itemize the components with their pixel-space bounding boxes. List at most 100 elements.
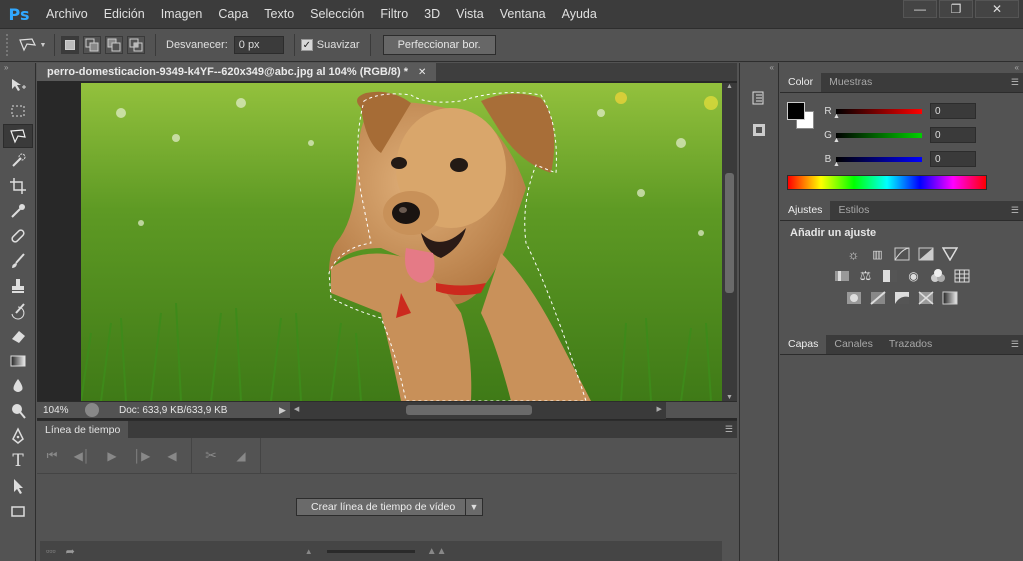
vibrance-adjust-button[interactable] — [941, 247, 959, 261]
menu-archivo[interactable]: Archivo — [38, 0, 96, 28]
create-video-timeline-button[interactable]: Crear línea de tiempo de vídeo — [296, 498, 471, 516]
minimize-button[interactable]: — — [903, 0, 937, 18]
subtract-selection-button[interactable] — [105, 36, 123, 54]
channel-b-value[interactable]: 0 — [930, 151, 976, 167]
menu-imagen[interactable]: Imagen — [153, 0, 211, 28]
channel-mixer-adjust-button[interactable] — [929, 269, 947, 283]
channel-r-track[interactable]: ▲ — [833, 108, 922, 120]
menu-filtro[interactable]: Filtro — [372, 0, 416, 28]
scroll-right-icon[interactable]: ▶ — [657, 405, 662, 413]
prev-frame-button[interactable]: ◀│ — [67, 441, 97, 471]
polygon-lasso-tool[interactable] — [3, 124, 33, 148]
photo-filter-adjust-button[interactable]: ◉ — [905, 269, 923, 283]
refine-edge-button[interactable]: Perfeccionar bor. — [382, 35, 496, 55]
brush-tool[interactable] — [3, 249, 33, 273]
stamp-tool[interactable] — [3, 274, 33, 298]
split-button[interactable]: ✂ — [196, 441, 226, 471]
scroll-thumb[interactable] — [725, 173, 734, 293]
color-spectrum-bar[interactable] — [787, 175, 987, 190]
menu-ayuda[interactable]: Ayuda — [554, 0, 605, 28]
horizontal-scrollbar[interactable]: ◀ ▶ — [289, 401, 666, 419]
color-lookup-adjust-button[interactable] — [953, 269, 971, 283]
channel-g-track[interactable]: ▲ — [833, 132, 922, 144]
posterize-adjust-button[interactable] — [869, 291, 887, 305]
status-arrow-icon[interactable]: ▶ — [279, 405, 286, 416]
crop-tool[interactable] — [3, 174, 33, 198]
dodge-tool[interactable] — [3, 399, 33, 423]
shape-tool[interactable] — [3, 499, 33, 523]
scroll-down-icon[interactable]: ▼ — [722, 394, 737, 401]
slider-thumb-icon[interactable]: ▲ — [833, 113, 840, 120]
menu-vista[interactable]: Vista — [448, 0, 492, 28]
first-frame-button[interactable]: ⏮ — [37, 441, 67, 471]
zoom-in-icon[interactable]: ▲▲ — [427, 546, 447, 557]
type-tool[interactable]: T — [3, 449, 33, 473]
convert-arrow-icon[interactable]: ➦ — [66, 545, 75, 558]
slider-thumb-icon[interactable]: ▲ — [833, 137, 840, 144]
timeline-type-dropdown[interactable]: ▼ — [465, 498, 483, 516]
eraser-tool[interactable] — [3, 324, 33, 348]
close-window-button[interactable]: ✕ — [975, 0, 1019, 18]
image-canvas[interactable] — [81, 83, 722, 401]
smooth-checkbox[interactable]: ✓ — [300, 39, 313, 51]
transition-button[interactable]: ◢ — [226, 441, 256, 471]
next-frame-button[interactable]: │▶ — [127, 441, 157, 471]
tab-timeline[interactable]: Línea de tiempo — [37, 421, 129, 438]
zoom-out-icon[interactable]: ▲ — [305, 547, 313, 556]
gradient-tool[interactable] — [3, 349, 33, 373]
slider-thumb-icon[interactable]: ▲ — [833, 161, 840, 168]
menu-ventana[interactable]: Ventana — [492, 0, 554, 28]
quick-select-tool[interactable] — [3, 149, 33, 173]
curves-adjust-button[interactable] — [893, 247, 911, 261]
zoom-level[interactable]: 104% — [37, 405, 85, 416]
move-tool[interactable] — [3, 74, 33, 98]
close-icon[interactable]: ✕ — [418, 67, 426, 78]
document-tab[interactable]: perro-domesticacion-9349-k4YF--620x349@a… — [37, 63, 437, 81]
tab-layers[interactable]: Capas — [780, 334, 827, 354]
menu-capa[interactable]: Capa — [210, 0, 256, 28]
tab-styles[interactable]: Estilos — [830, 200, 877, 220]
play-button[interactable]: ▶ — [97, 441, 127, 471]
marquee-tool[interactable] — [3, 99, 33, 123]
menu-edicion[interactable]: Edición — [96, 0, 153, 28]
tab-adjustments[interactable]: Ajustes — [780, 200, 831, 220]
panel-menu-icon[interactable]: ☰ — [1011, 205, 1019, 216]
menu-texto[interactable]: Texto — [256, 0, 302, 28]
tool-preset-picker[interactable]: ▼ — [16, 37, 48, 53]
color-balance-adjust-button[interactable]: ⚖ — [857, 268, 875, 283]
properties-panel-button[interactable] — [744, 117, 774, 143]
gradient-map-adjust-button[interactable] — [941, 291, 959, 305]
foreground-color-swatch[interactable] — [787, 102, 805, 120]
frame-view-icon[interactable]: ▫▫▫ — [46, 546, 56, 556]
dock-collapse-icon[interactable]: « — [740, 63, 778, 73]
panel-menu-icon[interactable]: ☰ — [1011, 77, 1019, 88]
brightness-adjust-button[interactable]: ☼ — [845, 247, 863, 262]
audio-button[interactable]: ◀ — [157, 441, 187, 471]
channel-b-track[interactable]: ▲ — [833, 156, 922, 168]
path-select-tool[interactable] — [3, 474, 33, 498]
tab-swatches[interactable]: Muestras — [821, 72, 880, 92]
menu-seleccion[interactable]: Selección — [302, 0, 372, 28]
blur-tool[interactable] — [3, 374, 33, 398]
add-selection-button[interactable] — [83, 36, 101, 54]
intersect-selection-button[interactable] — [127, 36, 145, 54]
grip-handle[interactable] — [6, 34, 16, 56]
invert-adjust-button[interactable] — [845, 291, 863, 305]
pen-tool[interactable] — [3, 424, 33, 448]
exposure-adjust-button[interactable] — [917, 247, 935, 261]
tab-paths[interactable]: Trazados — [881, 334, 940, 354]
eyedropper-tool[interactable] — [3, 199, 33, 223]
feather-input[interactable] — [233, 36, 284, 54]
history-panel-button[interactable] — [744, 85, 774, 111]
history-brush-tool[interactable] — [3, 299, 33, 323]
scroll-thumb[interactable] — [405, 404, 532, 415]
scroll-up-icon[interactable]: ▲ — [722, 83, 737, 93]
scroll-left-icon[interactable]: ◀ — [294, 405, 299, 413]
levels-adjust-button[interactable]: ▥ — [869, 247, 887, 261]
timeline-zoom-slider[interactable] — [326, 549, 415, 553]
tab-color[interactable]: Color — [780, 72, 822, 92]
new-selection-button[interactable] — [61, 36, 79, 54]
toolbox-collapse-icon[interactable]: » — [0, 63, 35, 73]
menu-3d[interactable]: 3D — [416, 0, 448, 28]
black-white-adjust-button[interactable] — [881, 269, 899, 283]
